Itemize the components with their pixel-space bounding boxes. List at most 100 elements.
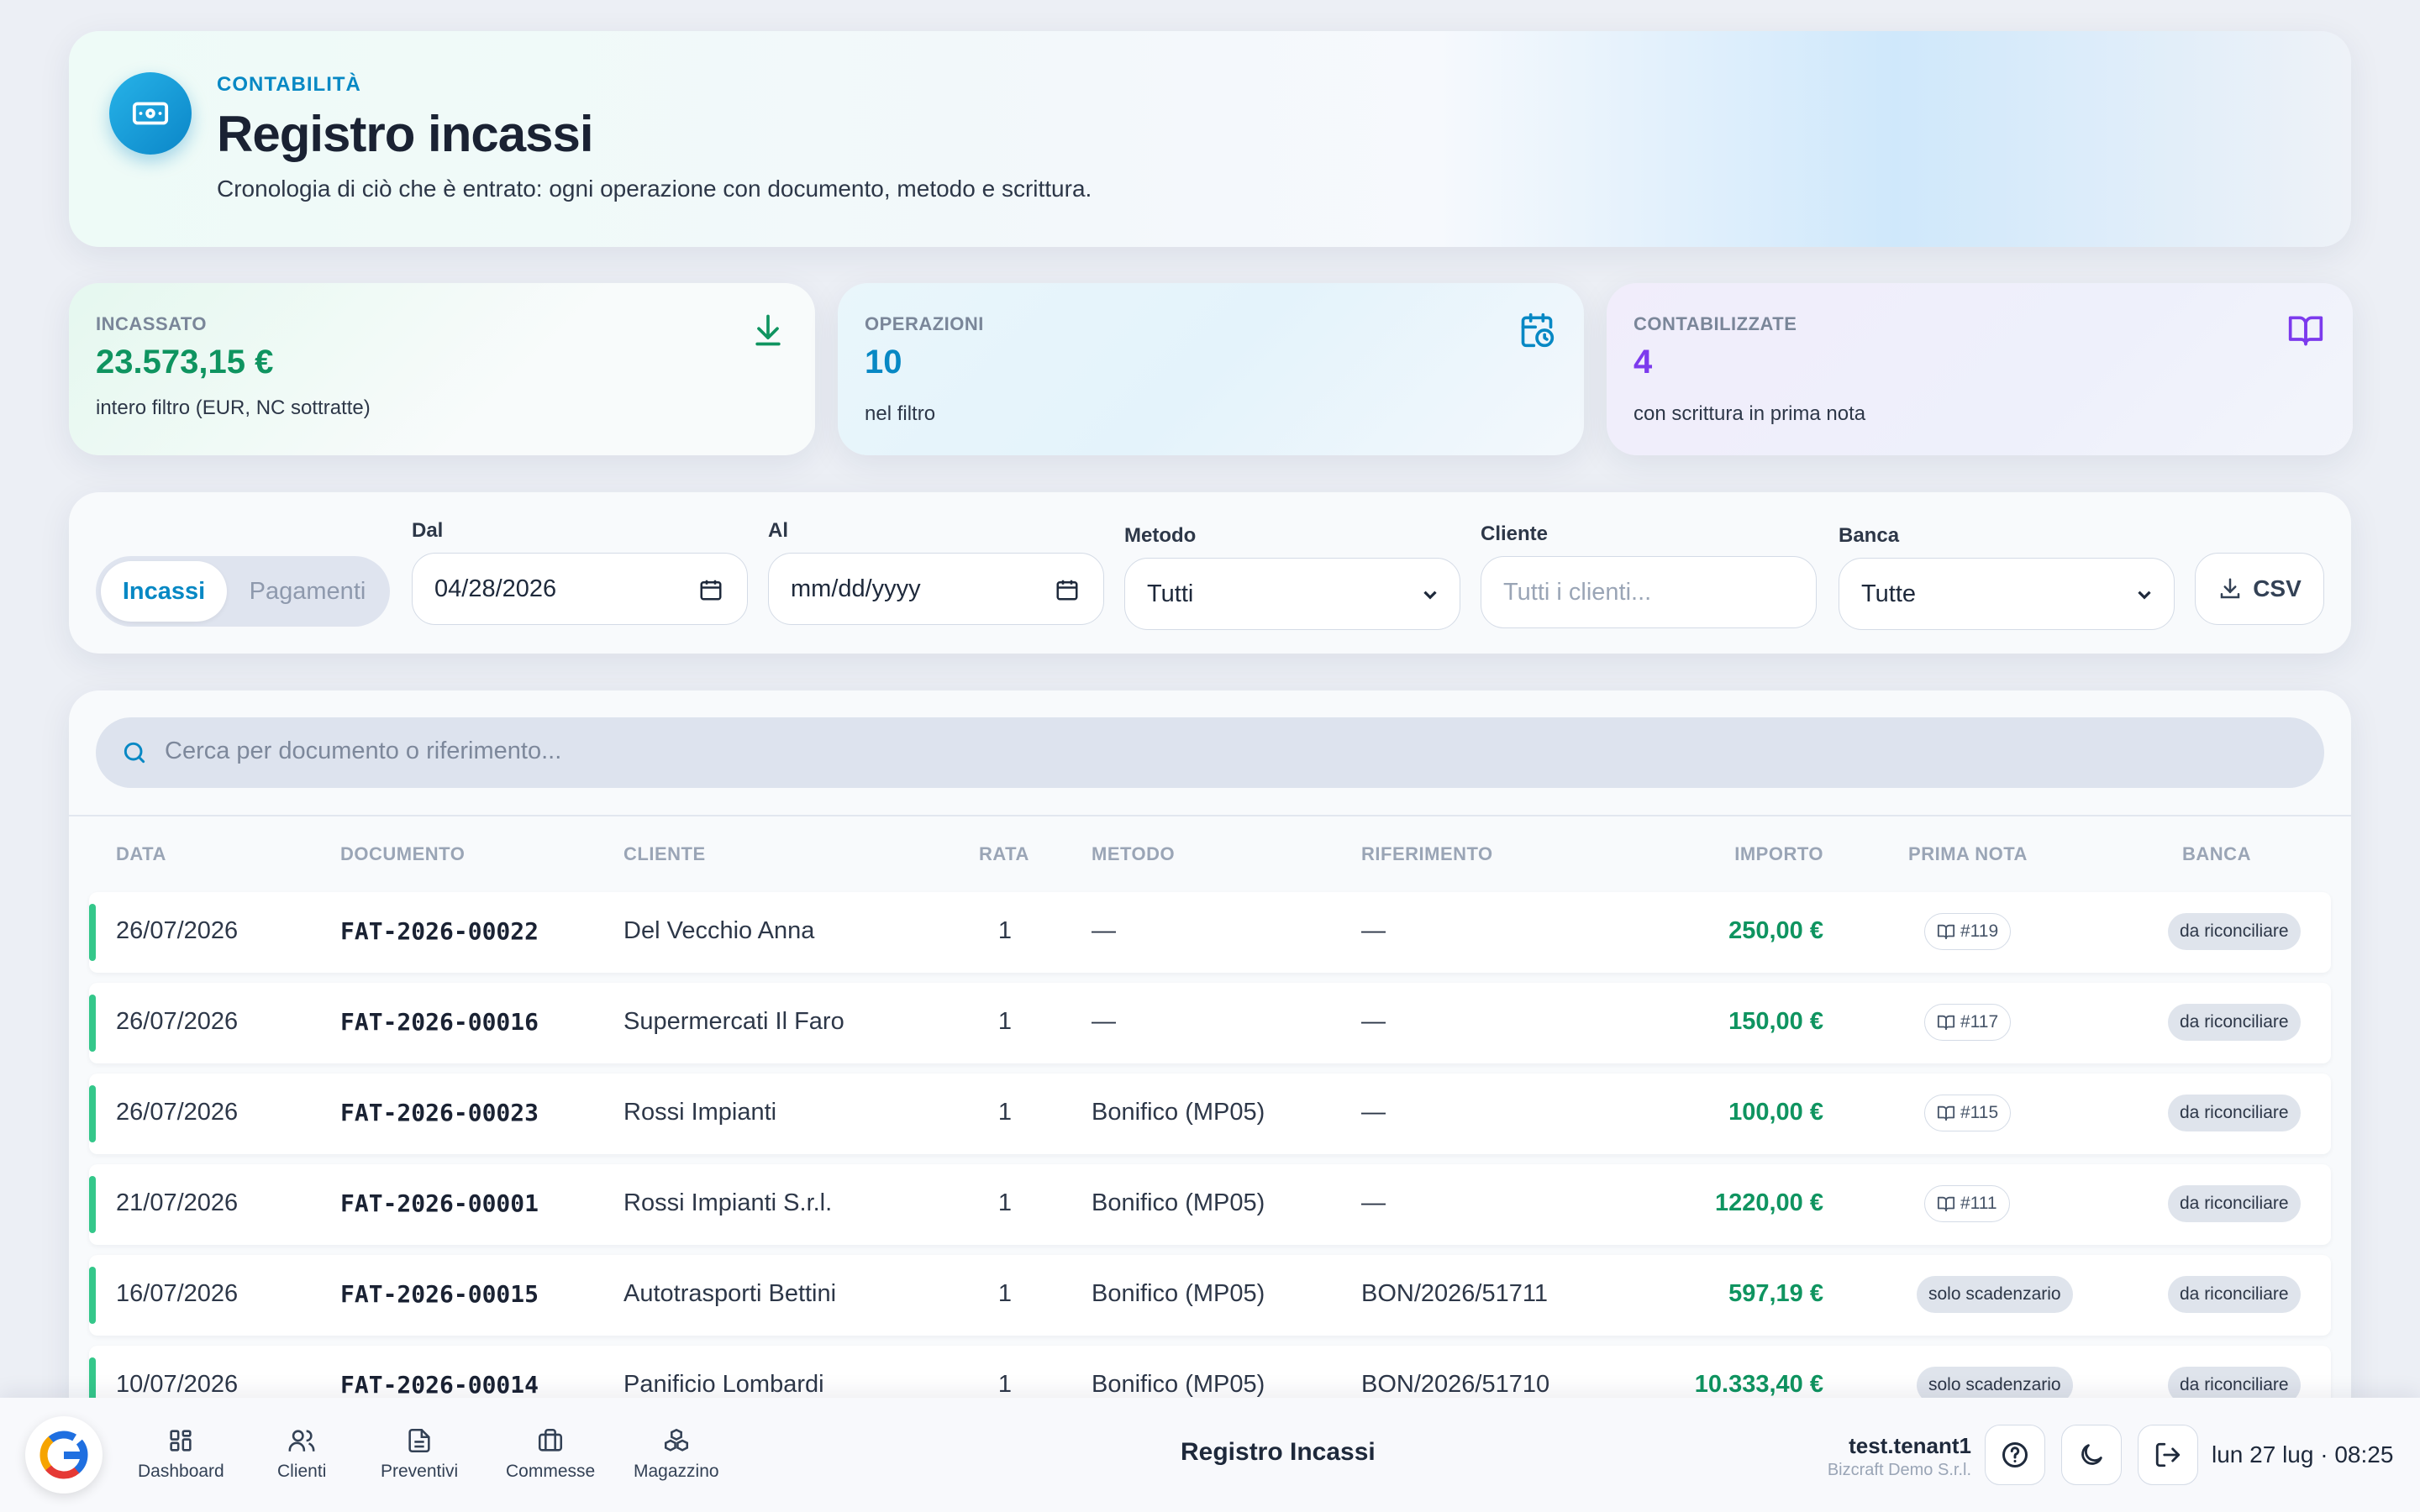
divider (69, 815, 2351, 816)
bank-status-badge: da riconciliare (2168, 1185, 2301, 1222)
logout-button[interactable] (2138, 1425, 2198, 1485)
help-button[interactable] (1985, 1425, 2045, 1485)
row-status-bar (89, 1176, 96, 1233)
cell-amount: 1220,00 € (1714, 1189, 1823, 1216)
cell-rata: 1 (997, 1280, 1013, 1307)
section-kicker: CONTABILITÀ (217, 73, 361, 96)
cell-reference: BON/2026/51710 (1361, 1371, 1550, 1398)
bank-select[interactable]: Tutte (1839, 558, 2175, 630)
to-date-input[interactable]: mm/dd/yyyy (768, 553, 1104, 625)
table-row[interactable]: 21/07/2026 FAT-2026-00001 Rossi Impianti S… (89, 1164, 2331, 1245)
app-logo[interactable] (25, 1416, 103, 1494)
to-date-value: mm/dd/yyyy (791, 575, 921, 602)
from-date-value: 04/28/2026 (434, 575, 557, 602)
column-header-importo[interactable]: IMPORTO (1655, 843, 1823, 865)
column-header-banca[interactable]: BANCA (2133, 843, 2301, 865)
from-date-input[interactable]: 04/28/2026 (412, 553, 748, 625)
table-row[interactable]: 26/07/2026 FAT-2026-00022 Del Vecchio Anna… (89, 892, 2331, 973)
nav-dashboard[interactable]: Dashboard (138, 1426, 224, 1482)
cell-document[interactable]: FAT-2026-00016 (340, 1008, 539, 1036)
cell-amount: 10.333,40 € (1694, 1371, 1823, 1398)
column-header-riferimento[interactable]: RIFERIMENTO (1361, 843, 1493, 865)
stat-value: 23.573,15 € (96, 344, 274, 381)
search-placeholder: Cerca per documento o riferimento... (165, 738, 562, 764)
nav-commesse[interactable]: Commesse (506, 1426, 595, 1482)
nav-label: Commesse (506, 1462, 596, 1481)
cell-client: Autotrasporti Bettini (623, 1280, 837, 1307)
search-input[interactable]: Cerca per documento o riferimento... (96, 717, 2324, 788)
stat-caption: intero filtro (EUR, NC sottratte) (96, 396, 371, 419)
cell-amount: 597,19 € (1728, 1280, 1823, 1307)
cell-date: 26/07/2026 (116, 1099, 239, 1126)
cell-date: 21/07/2026 (116, 1189, 239, 1216)
table-row[interactable]: 26/07/2026 FAT-2026-00016 Supermercati Il … (89, 983, 2331, 1063)
calendar-icon[interactable] (1055, 577, 1080, 602)
bank-label: Banca (1839, 524, 1900, 547)
bottom-bar: Dashboard Clienti Preventivi Commesse Ma… (0, 1398, 2420, 1512)
theme-toggle-button[interactable] (2061, 1425, 2122, 1485)
prima-nota-link[interactable]: #117 (1924, 1004, 2012, 1041)
table-row[interactable]: 26/07/2026 FAT-2026-00023 Rossi Impianti 1 B… (89, 1074, 2331, 1154)
stat-card-incassato: INCASSATO 23.573,15 € intero filtro (EUR… (69, 283, 815, 455)
download-icon (755, 314, 781, 346)
cell-rata: 1 (997, 917, 1013, 944)
column-header-metodo[interactable]: METODO (1092, 843, 1175, 865)
chevron-down-icon (2138, 591, 2151, 600)
cell-client: Del Vecchio Anna (623, 917, 815, 944)
from-date-label: Dal (412, 519, 444, 542)
prima-nota-link[interactable]: #115 (1924, 1095, 2012, 1131)
csv-export-button[interactable]: CSV (2195, 553, 2324, 625)
nav-magazzino[interactable]: Magazzino (634, 1426, 719, 1482)
cell-method: — (1092, 917, 1116, 944)
cell-document[interactable]: FAT-2026-00001 (340, 1189, 539, 1217)
csv-label: CSV (2253, 575, 2302, 601)
cell-document[interactable]: FAT-2026-00022 (340, 917, 539, 945)
cell-rata: 1 (997, 1008, 1013, 1035)
calendar-icon[interactable] (698, 577, 723, 602)
cell-rata: 1 (997, 1371, 1013, 1398)
current-page-title: Registro Incassi (1181, 1438, 1376, 1466)
column-header-documento[interactable]: DOCUMENTO (340, 843, 465, 865)
bank-status-badge: da riconciliare (2168, 1095, 2301, 1131)
cell-client: Panificio Lombardi (623, 1371, 824, 1398)
download-icon (2220, 578, 2240, 599)
book-open-icon (1937, 924, 1955, 940)
column-header-data[interactable]: DATA (116, 843, 166, 865)
stat-value: 4 (1634, 344, 1653, 381)
stat-card-contabilizzate: CONTABILIZZATE 4 con scrittura in prima … (1607, 283, 2353, 455)
nav-clienti[interactable]: Clienti (277, 1426, 326, 1482)
method-select[interactable]: Tutti (1124, 558, 1460, 630)
bank-status-badge: da riconciliare (2168, 1004, 2301, 1041)
cell-document[interactable]: FAT-2026-00015 (340, 1280, 539, 1308)
cell-client: Rossi Impianti (623, 1099, 777, 1126)
method-label: Metodo (1124, 524, 1197, 547)
stat-value: 10 (865, 344, 902, 381)
column-header-cliente[interactable]: CLIENTE (623, 843, 706, 865)
moon-icon (2081, 1444, 2102, 1465)
cell-date: 16/07/2026 (116, 1280, 239, 1307)
book-open-icon (1937, 1196, 1955, 1212)
table-row[interactable]: 16/07/2026 FAT-2026-00015 Autotrasporti Be… (89, 1255, 2331, 1336)
user-info[interactable]: test.tenant1 Bizcraft Demo S.r.l. (1828, 1433, 1971, 1480)
segment-pagamenti[interactable]: Pagamenti (230, 561, 385, 622)
column-header-prima-nota[interactable]: PRIMA NOTA (1884, 843, 2052, 865)
cell-reference: — (1361, 1189, 1386, 1216)
stat-caption: con scrittura in prima nota (1634, 402, 1866, 425)
prima-nota-link[interactable]: #111 (1924, 1185, 2010, 1222)
chevron-down-icon (1423, 591, 1437, 600)
briefcase-icon (539, 1428, 563, 1452)
column-header-rata[interactable]: RATA (979, 843, 1029, 865)
document-icon (408, 1428, 430, 1453)
prima-nota-link[interactable]: #119 (1924, 913, 2012, 950)
cell-amount: 250,00 € (1728, 917, 1823, 944)
cell-document[interactable]: FAT-2026-00023 (340, 1099, 539, 1126)
prima-nota-number: #119 (1960, 921, 1999, 941)
clock: lun 27 lug · 08:25 (2212, 1441, 2394, 1467)
client-input[interactable]: Tutti i clienti... (1481, 556, 1817, 628)
cell-document[interactable]: FAT-2026-00014 (340, 1371, 539, 1399)
nav-preventivi[interactable]: Preventivi (381, 1426, 458, 1482)
cell-date: 26/07/2026 (116, 1008, 239, 1035)
segment-incassi[interactable]: Incassi (101, 561, 227, 622)
payments-table-card: Cerca per documento o riferimento... DAT… (69, 690, 2351, 1512)
nav-label: Dashboard (138, 1462, 224, 1481)
